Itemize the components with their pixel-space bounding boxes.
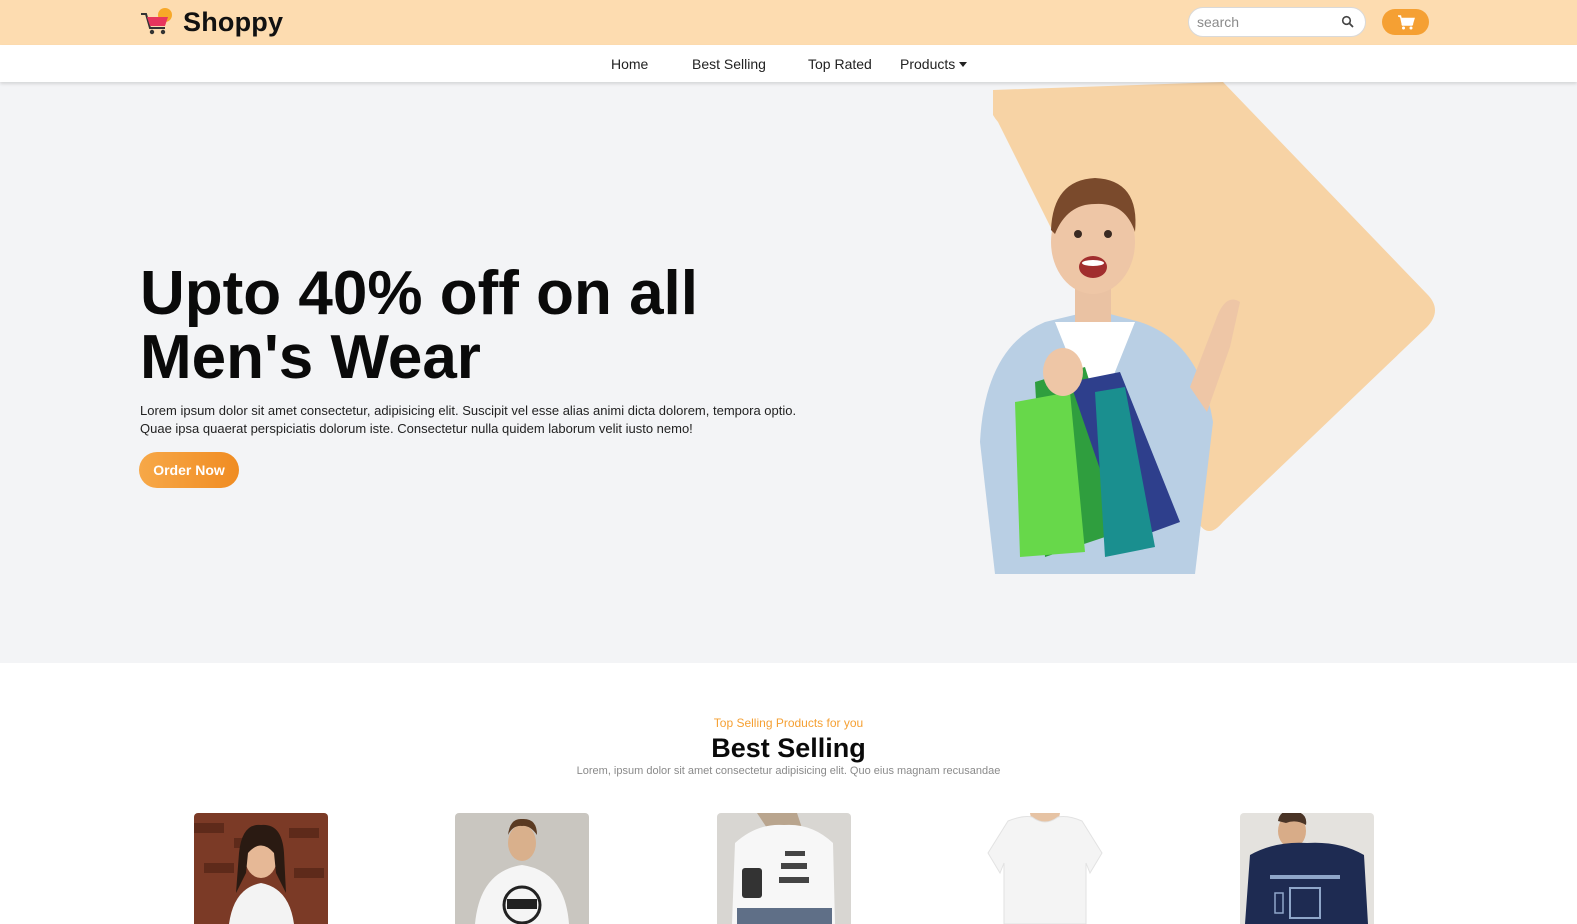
search-input[interactable]	[1197, 14, 1341, 30]
main-nav: Home Best Selling Top Rated Products	[0, 45, 1577, 82]
search-icon[interactable]	[1341, 15, 1355, 29]
hero-title: Upto 40% off on all Men's Wear	[140, 262, 900, 390]
brand-logo[interactable]: Shoppy	[139, 6, 283, 38]
hero-description: Lorem ipsum dolor sit amet consectetur, …	[140, 403, 797, 436]
section-subtitle: Top Selling Products for you	[713, 716, 864, 730]
cart-button[interactable]	[1382, 9, 1429, 35]
product-image-woman-white-shirt	[194, 813, 328, 924]
hero-title-line2: Men's Wear	[140, 323, 481, 392]
hero-banner: Upto 40% off on all Men's Wear Lorem ips…	[0, 82, 1577, 663]
nav-best-selling[interactable]: Best Selling	[692, 56, 766, 72]
hero-title-line1: Upto 40% off on all	[140, 259, 698, 328]
nav-top-rated[interactable]: Top Rated	[808, 56, 872, 72]
product-image-plain-white-tee	[978, 813, 1112, 924]
cart-icon	[1397, 14, 1415, 29]
product-card[interactable]	[455, 813, 589, 924]
search-box[interactable]	[1188, 7, 1366, 37]
product-card[interactable]	[1240, 813, 1374, 924]
nav-home[interactable]: Home	[611, 56, 648, 72]
section-description: Lorem, ipsum dolor sit amet consectetur …	[576, 765, 1001, 777]
order-now-button[interactable]: Order Now	[139, 452, 239, 488]
product-image-woman-no-one-cares-tee	[717, 813, 851, 924]
caret-down-icon	[959, 62, 968, 67]
hero-man-shopping-bags-image	[980, 178, 1240, 574]
product-image-man-navy-print-tee	[1240, 813, 1374, 924]
product-image-man-legendary-tee	[455, 813, 589, 924]
section-title: Best Selling	[711, 733, 866, 763]
product-card[interactable]	[717, 813, 851, 924]
product-card[interactable]	[978, 813, 1112, 924]
nav-products-label: Products	[900, 56, 956, 72]
product-card[interactable]	[194, 813, 328, 924]
shopping-cart-logo-icon	[141, 8, 172, 35]
nav-products-dropdown[interactable]: Products	[900, 56, 968, 72]
brand-name: Shoppy	[183, 6, 284, 37]
top-bar: Shoppy	[0, 0, 1577, 45]
